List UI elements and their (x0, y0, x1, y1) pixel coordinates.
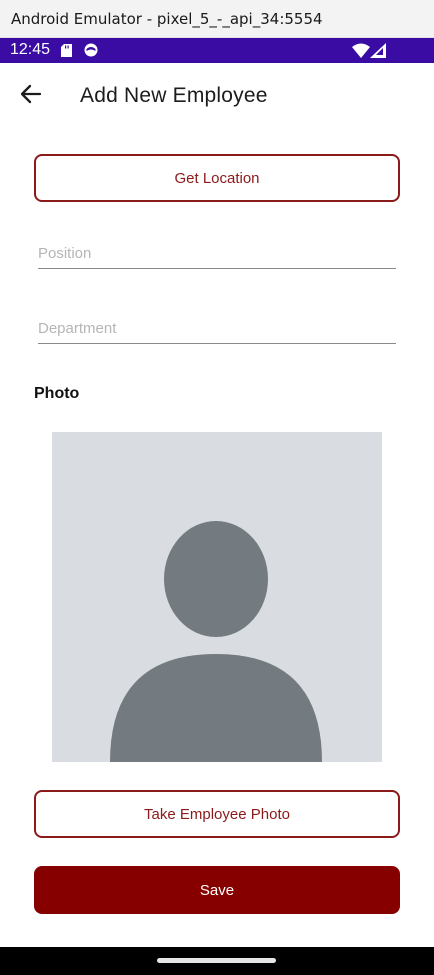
employee-photo (52, 432, 382, 762)
take-photo-button[interactable]: Take Employee Photo (34, 790, 400, 838)
face-icon (84, 43, 98, 57)
position-field-container (38, 229, 396, 269)
department-field-container (38, 304, 396, 344)
emulator-title-bar: Android Emulator - pixel_5_-_api_34:5554 (0, 0, 434, 38)
wifi-icon (352, 43, 370, 58)
gesture-handle[interactable] (157, 958, 276, 963)
signal-icon (370, 43, 386, 58)
navigation-bar (0, 947, 434, 975)
status-bar: 12:45 (0, 38, 434, 63)
get-location-button[interactable]: Get Location (34, 154, 400, 202)
window-title: Android Emulator - pixel_5_-_api_34:5554 (11, 10, 323, 28)
department-input[interactable] (38, 304, 396, 337)
status-time: 12:45 (10, 41, 51, 58)
save-button[interactable]: Save (34, 866, 400, 914)
person-silhouette-icon (110, 521, 322, 762)
position-input[interactable] (38, 229, 396, 262)
photo-section-label: Photo (34, 385, 80, 402)
arrow-left-icon[interactable] (20, 83, 42, 105)
sd-card-icon (61, 44, 72, 57)
page-title: Add New Employee (80, 84, 268, 107)
app-bar: Add New Employee (0, 63, 434, 129)
